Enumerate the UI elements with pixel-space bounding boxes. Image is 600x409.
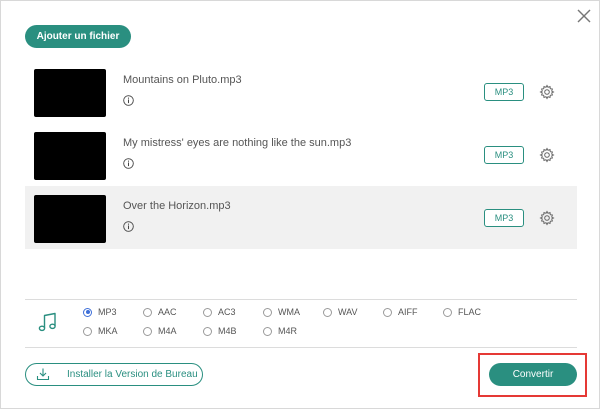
file-name: Over the Horizon.mp3 <box>123 200 231 212</box>
format-option-wav[interactable]: WAV <box>323 307 358 317</box>
radio-button[interactable] <box>263 307 272 317</box>
info-icon[interactable] <box>123 95 134 106</box>
install-desktop-version-button[interactable]: Installer la Version de Bureau <box>25 363 203 386</box>
gear-icon[interactable] <box>539 84 555 100</box>
format-label: M4A <box>158 326 177 336</box>
format-option-m4a[interactable]: M4A <box>143 326 177 336</box>
radio-button[interactable] <box>143 326 152 336</box>
format-option-flac[interactable]: FLAC <box>443 307 481 317</box>
divider <box>25 299 577 300</box>
format-label: AC3 <box>218 307 236 317</box>
file-row: Mountains on Pluto.mp3 MP3 <box>25 60 577 123</box>
file-row: My mistress' eyes are nothing like the s… <box>25 123 577 186</box>
format-label: M4R <box>278 326 298 336</box>
format-option-aac[interactable]: AAC <box>143 307 177 317</box>
radio-button[interactable] <box>83 326 92 336</box>
download-icon <box>36 368 50 381</box>
format-option-mp3[interactable]: MP3 <box>83 307 117 317</box>
file-list: Mountains on Pluto.mp3 MP3 My mistress' … <box>25 60 577 250</box>
info-icon[interactable] <box>123 221 134 232</box>
info-icon[interactable] <box>123 158 134 169</box>
format-label: MP3 <box>98 307 117 317</box>
format-options: MP3 AAC AC3 WMA WAV AIFF FLAC MKA M4A M4… <box>83 307 523 341</box>
gear-icon[interactable] <box>539 147 555 163</box>
radio-button[interactable] <box>443 307 452 317</box>
format-label: AIFF <box>398 307 418 317</box>
divider <box>25 347 577 348</box>
convert-button[interactable]: Convertir <box>489 363 577 386</box>
format-option-aiff[interactable]: AIFF <box>383 307 418 317</box>
converter-dialog: Ajouter un fichier Mountains on Pluto.mp… <box>0 0 600 409</box>
format-option-ac3[interactable]: AC3 <box>203 307 236 317</box>
output-format-button[interactable]: MP3 <box>484 83 524 101</box>
file-row: Over the Horizon.mp3 MP3 <box>25 186 577 249</box>
radio-button[interactable] <box>383 307 392 317</box>
format-label: FLAC <box>458 307 482 317</box>
music-note-icon <box>38 312 56 332</box>
radio-button[interactable] <box>143 307 152 317</box>
format-label: WAV <box>338 307 358 317</box>
gear-icon[interactable] <box>539 210 555 226</box>
close-icon[interactable] <box>575 7 593 25</box>
format-option-wma[interactable]: WMA <box>263 307 300 317</box>
radio-button[interactable] <box>323 307 332 317</box>
format-option-mka[interactable]: MKA <box>83 326 118 336</box>
radio-button[interactable] <box>83 307 92 317</box>
output-format-button[interactable]: MP3 <box>484 146 524 164</box>
radio-button[interactable] <box>203 307 212 317</box>
install-label: Installer la Version de Bureau <box>67 369 198 380</box>
format-label: AAC <box>158 307 177 317</box>
file-thumbnail <box>34 69 106 117</box>
radio-button[interactable] <box>203 326 212 336</box>
output-format-button[interactable]: MP3 <box>484 209 524 227</box>
file-name: My mistress' eyes are nothing like the s… <box>123 137 352 149</box>
file-thumbnail <box>34 132 106 180</box>
format-option-m4r[interactable]: M4R <box>263 326 297 336</box>
file-thumbnail <box>34 195 106 243</box>
format-label: WMA <box>278 307 300 317</box>
radio-button[interactable] <box>263 326 272 336</box>
format-option-m4b[interactable]: M4B <box>203 326 237 336</box>
add-file-button[interactable]: Ajouter un fichier <box>25 25 131 48</box>
format-label: MKA <box>98 326 118 336</box>
file-name: Mountains on Pluto.mp3 <box>123 74 242 86</box>
format-label: M4B <box>218 326 237 336</box>
